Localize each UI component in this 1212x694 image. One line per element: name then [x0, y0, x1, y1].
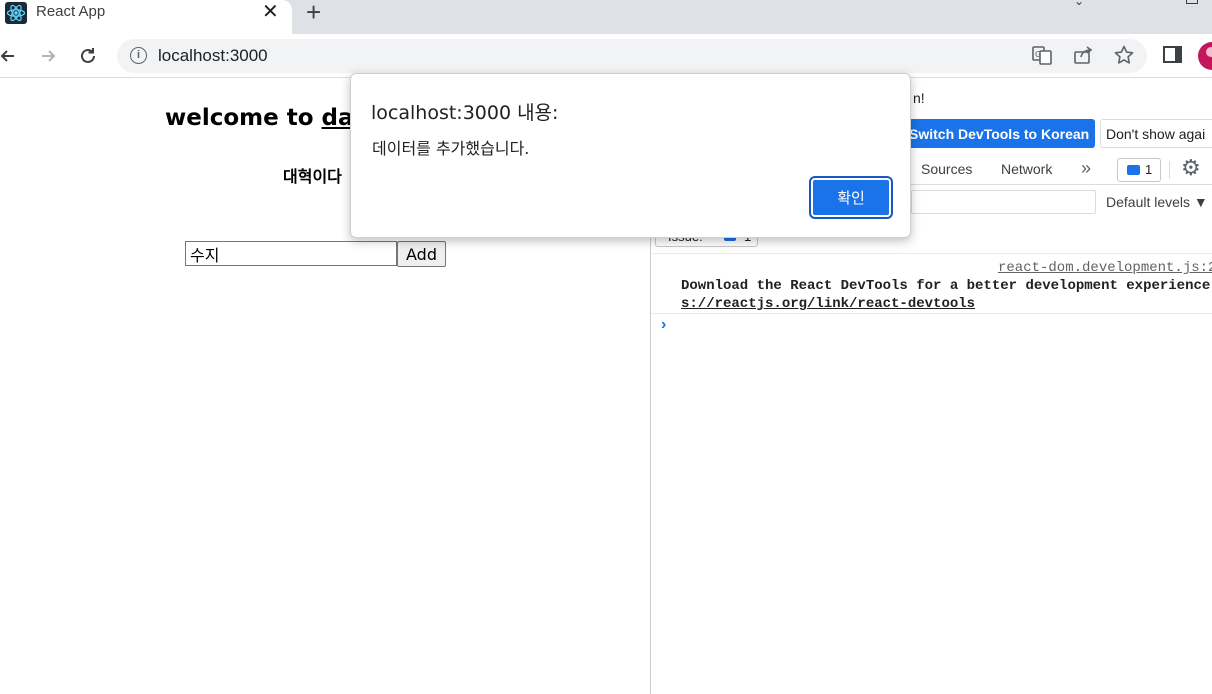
- more-tabs-icon[interactable]: »: [1081, 158, 1091, 179]
- react-logo-icon: [5, 2, 27, 24]
- ok-button[interactable]: 확인: [809, 176, 893, 219]
- maximize-icon[interactable]: [1186, 0, 1198, 4]
- tab-title: React App: [36, 3, 106, 20]
- page-subtitle: 대혁이다: [283, 167, 342, 186]
- console-message-text: Download the React DevTools for a better…: [681, 278, 1212, 294]
- alert-dialog: localhost:3000 내용: 데이터를 추가했습니다. 확인: [350, 73, 911, 238]
- add-button[interactable]: Add: [397, 241, 446, 267]
- issues-badge[interactable]: 1: [1117, 158, 1161, 182]
- dialog-message: 데이터를 추가했습니다.: [372, 139, 530, 158]
- close-tab-icon[interactable]: ✕: [262, 1, 279, 23]
- console-filter-input[interactable]: [911, 190, 1096, 214]
- page-title-prefix: welcome to: [165, 105, 322, 131]
- gear-icon[interactable]: ⚙: [1181, 155, 1201, 181]
- console-source-link[interactable]: react-dom.development.js:2: [998, 260, 1212, 276]
- new-tab-button[interactable]: +: [306, 0, 321, 26]
- star-icon[interactable]: [1113, 44, 1135, 71]
- url-text[interactable]: localhost:3000: [158, 46, 268, 66]
- svg-text:G: G: [1035, 50, 1041, 59]
- forward-arrow-icon[interactable]: [38, 40, 58, 76]
- browser-toolbar: i localhost:3000 G: [0, 34, 1212, 78]
- avatar[interactable]: [1198, 42, 1212, 70]
- tab-strip: React App ✕ + ⌄: [0, 0, 1212, 34]
- translate-icon[interactable]: G: [1031, 44, 1053, 71]
- dont-show-again-button[interactable]: Don't show agai: [1100, 119, 1212, 148]
- side-panel-icon[interactable]: [1163, 46, 1182, 63]
- dialog-title: localhost:3000 내용:: [371, 102, 559, 124]
- name-input[interactable]: [185, 241, 397, 266]
- address-bar[interactable]: i localhost:3000 G: [117, 39, 1147, 73]
- reload-icon[interactable]: [78, 40, 98, 76]
- divider: [1169, 161, 1170, 179]
- console-prompt-icon[interactable]: ›: [661, 316, 666, 334]
- message-icon: [1127, 165, 1140, 175]
- console-url-link[interactable]: s://reactjs.org/link/react-devtools: [681, 296, 975, 312]
- console-message: react-dom.development.js:2 Download the …: [651, 253, 1212, 314]
- tab-network[interactable]: Network: [1001, 161, 1052, 177]
- browser-tab[interactable]: React App ✕: [0, 0, 292, 34]
- devtools-banner-text: n!: [913, 90, 925, 106]
- log-levels-dropdown[interactable]: Default levels ▼: [1106, 194, 1208, 210]
- tab-sources[interactable]: Sources: [921, 161, 972, 177]
- back-arrow-icon[interactable]: [0, 40, 18, 76]
- share-icon[interactable]: [1072, 44, 1094, 71]
- site-info-icon[interactable]: i: [130, 47, 147, 64]
- chevron-down-icon[interactable]: ⌄: [1074, 0, 1084, 8]
- switch-language-button[interactable]: Switch DevTools to Korean: [904, 119, 1095, 148]
- issues-count: 1: [1145, 162, 1153, 177]
